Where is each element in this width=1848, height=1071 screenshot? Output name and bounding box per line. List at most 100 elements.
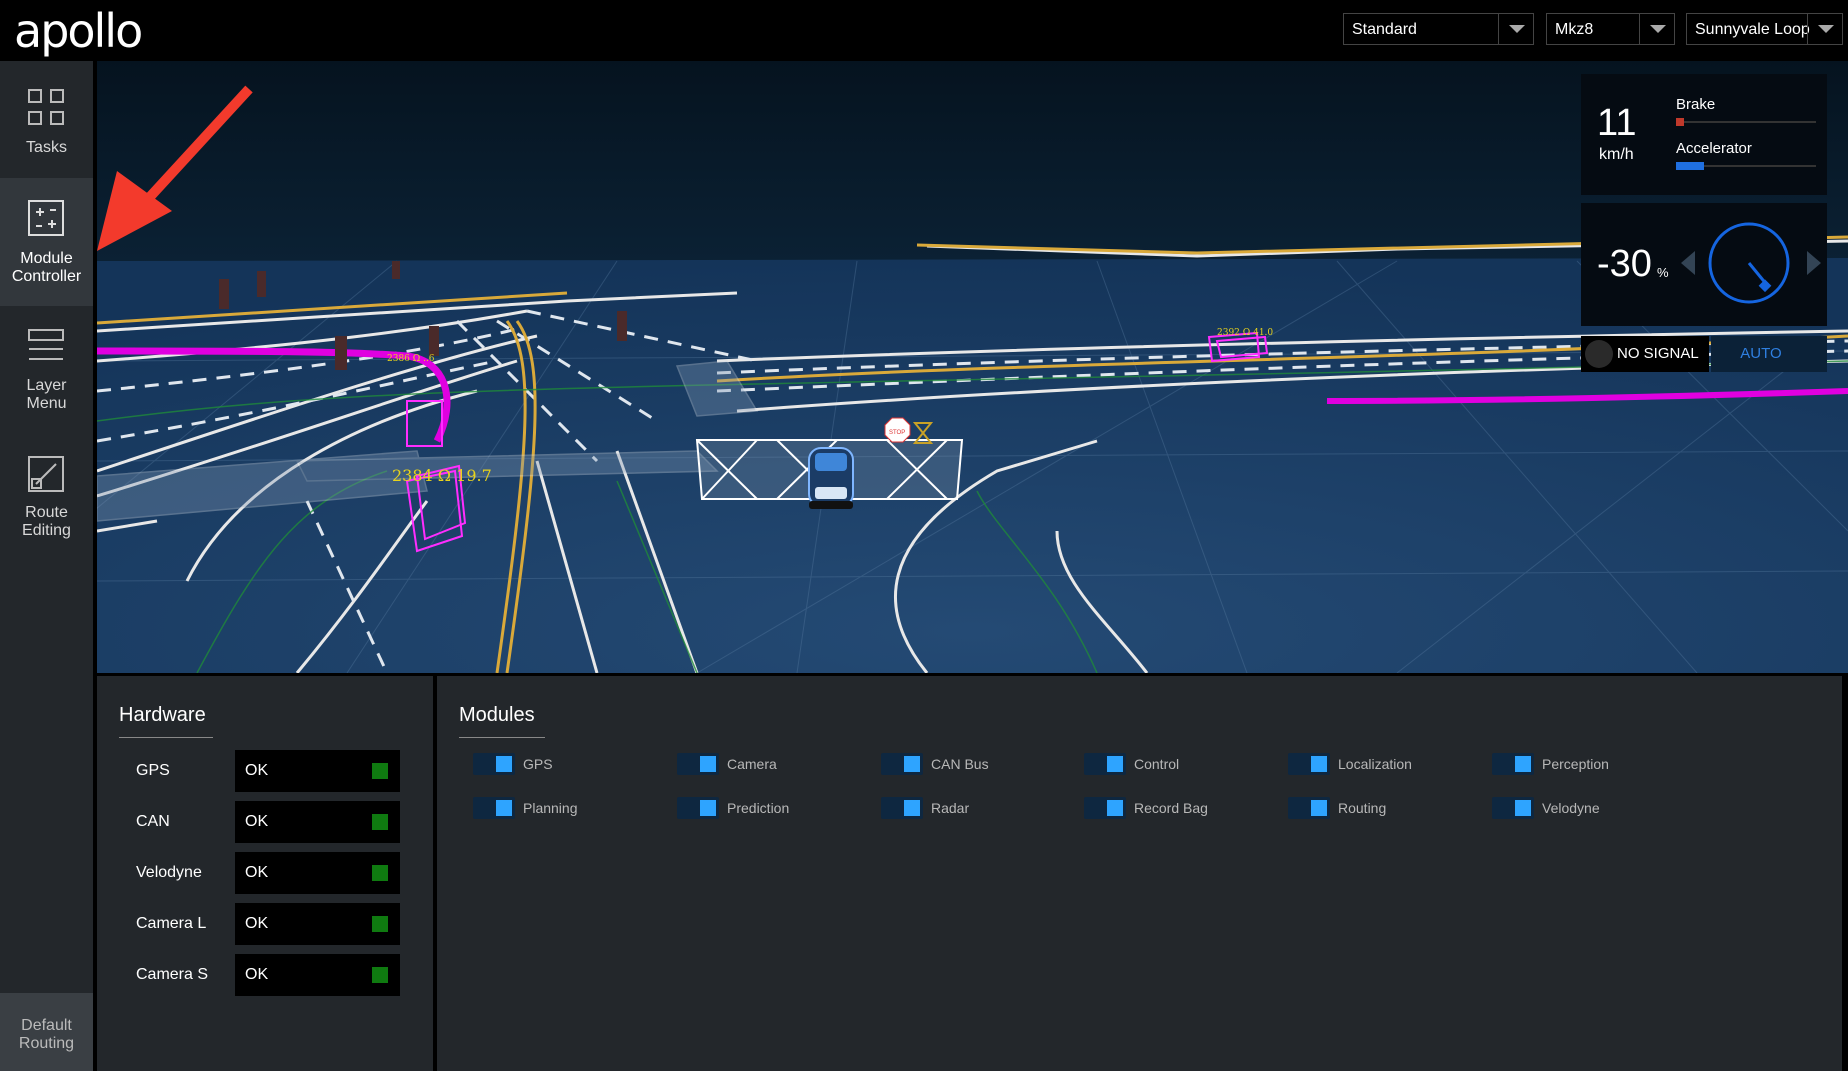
steering-gauge (1681, 222, 1821, 304)
toggle-switch[interactable] (1084, 753, 1126, 775)
sidebar-item-layer-menu[interactable]: Layer Menu (0, 307, 93, 435)
module-label: Camera (727, 756, 777, 772)
grid-icon (28, 89, 64, 125)
hardware-row-can: CAN OK (97, 801, 433, 843)
module-label: CAN Bus (931, 756, 989, 772)
stop-sign-icon: STOP (884, 417, 911, 443)
vehicle-select-value: Mkz8 (1555, 21, 1594, 38)
sidebar-item-tasks[interactable]: Tasks (0, 61, 93, 177)
status-text: OK (245, 864, 269, 881)
hardware-name: Velodyne (136, 864, 202, 881)
status-text: OK (245, 966, 269, 983)
accelerator-bar (1676, 162, 1816, 170)
toggle-switch[interactable] (1492, 797, 1534, 819)
speed-value: 11 (1597, 102, 1637, 144)
annotation-arrow-icon (97, 85, 253, 251)
steering-unit: % (1657, 265, 1669, 280)
speed-unit: km/h (1599, 146, 1634, 163)
module-label: Prediction (727, 800, 790, 816)
hardware-row-camera-l: Camera L OK (97, 903, 433, 945)
driving-mode: AUTO (1740, 345, 1782, 362)
obstacle-label: 2384 Ω 19.7 (392, 466, 492, 485)
hardware-name: Camera S (136, 966, 209, 983)
mode-select[interactable]: Standard (1343, 13, 1534, 45)
module-label: Control (1134, 756, 1180, 772)
obstacle-label: 2386 Ω ..6 (387, 354, 435, 364)
hardware-row-gps: GPS OK (97, 750, 433, 792)
turn-signal-indicator: NO SIGNAL (1581, 336, 1709, 372)
divider (459, 737, 545, 738)
vehicle-select[interactable]: Mkz8 (1546, 13, 1675, 45)
signal-light-icon (1585, 340, 1613, 368)
status-led-icon (372, 814, 388, 830)
steering-value: -30 (1597, 243, 1652, 285)
hardware-status: OK (235, 852, 400, 894)
sidebar-item-label: Tasks (26, 139, 67, 156)
hardware-name: CAN (136, 813, 170, 830)
top-bar: apollo Standard Mkz8 Sunnyvale Loop (0, 0, 1848, 61)
turn-right-icon (1807, 251, 1821, 275)
signal-panel: NO SIGNAL AUTO (1581, 336, 1827, 372)
toggle-switch[interactable] (881, 797, 923, 819)
ego-vehicle (808, 447, 854, 509)
obstacle-label: 2392 Ω 41.0 (1217, 328, 1273, 338)
module-label: Radar (931, 800, 970, 816)
module-label: GPS (523, 756, 553, 772)
hardware-title: Hardware (119, 704, 206, 726)
sidebar-item-label: Module (20, 250, 73, 267)
driving-mode-indicator: AUTO (1711, 336, 1827, 372)
module-label: Velodyne (1542, 800, 1600, 816)
toggle-switch[interactable] (473, 797, 515, 819)
map-select[interactable]: Sunnyvale Loop (1686, 13, 1843, 45)
module-label: Record Bag (1134, 800, 1208, 816)
default-routing-button[interactable]: Default Routing (0, 993, 93, 1071)
default-routing-label: Default (21, 1017, 72, 1034)
toggle-switch[interactable] (677, 797, 719, 819)
chevron-down-icon[interactable] (1639, 14, 1674, 44)
toggle-switch[interactable] (1084, 797, 1126, 819)
sliders-icon (28, 200, 64, 236)
brake-bar-fill (1676, 118, 1684, 126)
toggle-switch[interactable] (1492, 753, 1534, 775)
sidebar-item-label: Menu (26, 395, 67, 412)
sidebar-item-route-editing[interactable]: Route Editing (0, 436, 93, 564)
sidebar-item-label: Route (25, 504, 68, 521)
status-text: OK (245, 813, 269, 830)
modules-title: Modules (459, 704, 535, 726)
toggle-switch[interactable] (677, 753, 719, 775)
toggle-switch[interactable] (473, 753, 515, 775)
map-select-value: Sunnyvale Loop (1695, 21, 1810, 38)
module-label: Routing (1338, 800, 1387, 816)
hardware-status: OK (235, 954, 400, 996)
module-label: Perception (1542, 756, 1609, 772)
svg-text:STOP: STOP (889, 430, 905, 436)
brake-bar (1676, 118, 1816, 126)
apollo-logo: apollo (14, 4, 143, 58)
chevron-down-icon[interactable] (1807, 14, 1842, 44)
toggle-switch[interactable] (881, 753, 923, 775)
steering-panel: -30 % (1581, 203, 1827, 326)
default-routing-label: Routing (18, 1035, 75, 1052)
sidebar-item-label: Controller (11, 268, 82, 285)
signal-status: NO SIGNAL (1617, 345, 1699, 362)
hardware-status: OK (235, 903, 400, 945)
layers-icon (28, 329, 64, 360)
module-label: Localization (1338, 756, 1412, 772)
hardware-name: GPS (136, 762, 170, 779)
hardware-status: OK (235, 801, 400, 843)
toggle-switch[interactable] (1288, 753, 1330, 775)
status-led-icon (372, 967, 388, 983)
hardware-row-camera-s: Camera S OK (97, 954, 433, 996)
status-led-icon (372, 865, 388, 881)
sidebar-item-label: Editing (22, 522, 71, 539)
accelerator-bar-fill (1676, 162, 1704, 170)
route-icon (28, 456, 64, 492)
toggle-switch[interactable] (1288, 797, 1330, 819)
sidebar: Tasks Module Controller Layer Menu Route… (0, 61, 93, 1071)
brake-label: Brake (1676, 96, 1716, 113)
accelerator-label: Accelerator (1676, 140, 1752, 157)
hardware-row-velodyne: Velodyne OK (97, 852, 433, 894)
sidebar-item-module-controller[interactable]: Module Controller (0, 178, 93, 306)
chevron-down-icon[interactable] (1498, 14, 1533, 44)
hardware-panel: Hardware GPS OK CAN OK Velodyne OK Camer… (97, 676, 433, 1071)
